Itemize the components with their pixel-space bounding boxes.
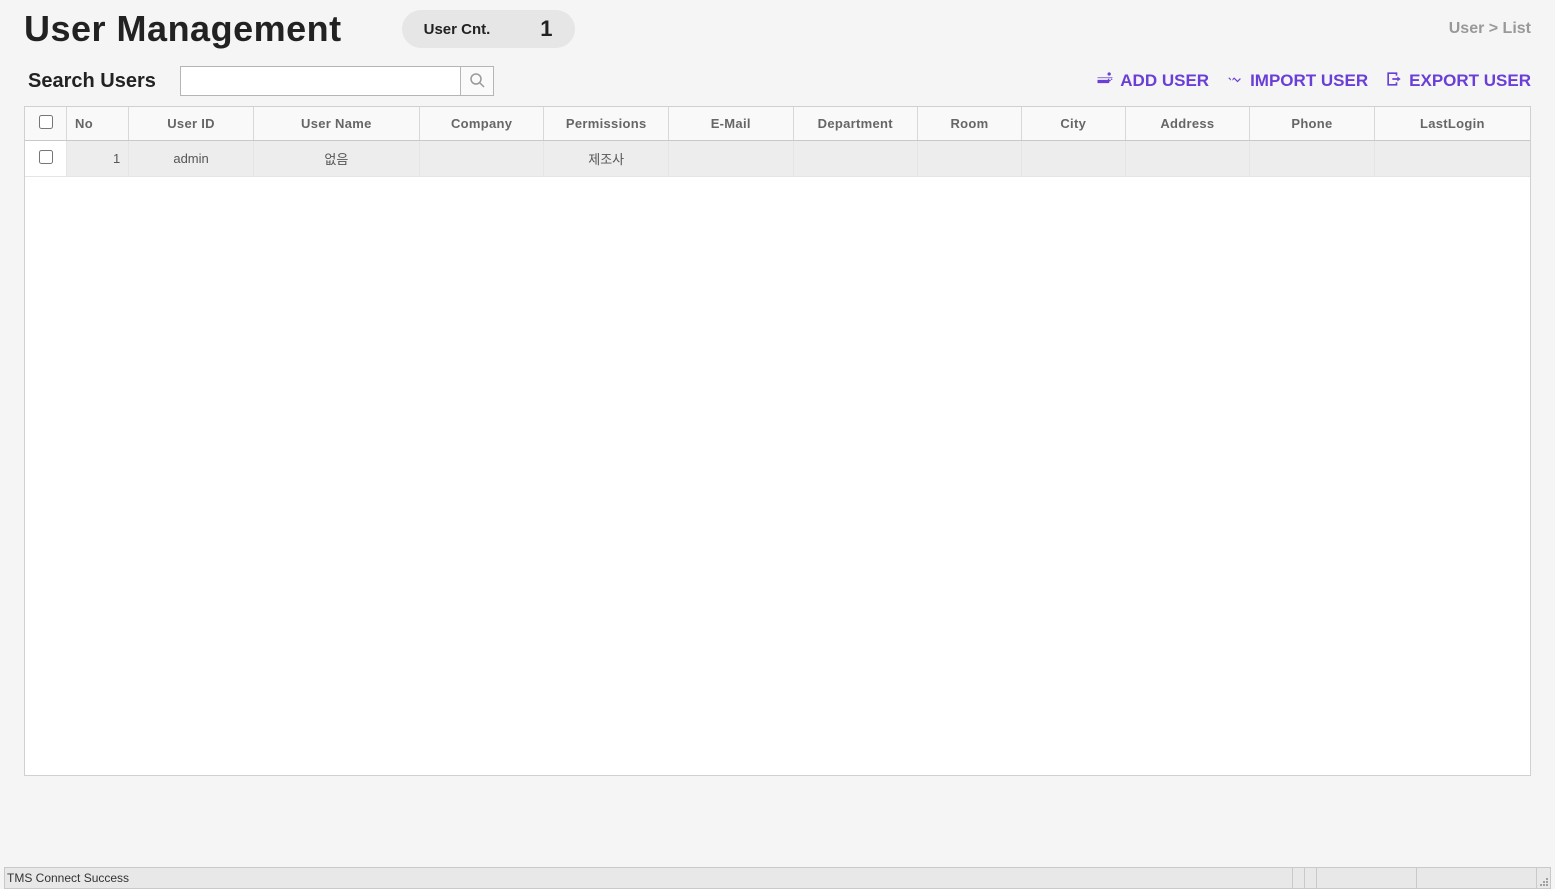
cell-room bbox=[918, 141, 1022, 177]
select-all-checkbox[interactable] bbox=[39, 115, 53, 129]
user-table: No User ID User Name Company Permissions… bbox=[25, 107, 1530, 177]
header-user-name[interactable]: User Name bbox=[253, 107, 419, 141]
header-email[interactable]: E-Mail bbox=[668, 107, 793, 141]
search-label: Search Users bbox=[28, 70, 156, 93]
cell-address bbox=[1125, 141, 1250, 177]
search-box bbox=[180, 66, 494, 96]
import-user-icon bbox=[1225, 69, 1245, 94]
resize-grip-icon[interactable] bbox=[1536, 868, 1550, 888]
header-city[interactable]: City bbox=[1021, 107, 1125, 141]
import-user-button[interactable]: IMPORT USER bbox=[1225, 69, 1368, 94]
cell-permissions: 제조사 bbox=[544, 141, 669, 177]
header-permissions[interactable]: Permissions bbox=[544, 107, 669, 141]
cell-last-login bbox=[1374, 141, 1530, 177]
export-user-label: EXPORT USER bbox=[1409, 71, 1531, 91]
user-count-label: User Cnt. bbox=[424, 21, 491, 38]
row-checkbox[interactable] bbox=[39, 150, 53, 164]
search-input[interactable] bbox=[180, 66, 460, 96]
import-user-label: IMPORT USER bbox=[1250, 71, 1368, 91]
header-user-id[interactable]: User ID bbox=[129, 107, 254, 141]
status-cell-2 bbox=[1304, 868, 1316, 888]
search-icon bbox=[469, 72, 485, 91]
cell-user-name: 없음 bbox=[253, 141, 419, 177]
cell-user-id: admin bbox=[129, 141, 254, 177]
add-user-button[interactable]: ADD USER bbox=[1095, 69, 1209, 94]
header-department[interactable]: Department bbox=[793, 107, 918, 141]
header-phone[interactable]: Phone bbox=[1250, 107, 1375, 141]
cell-city bbox=[1021, 141, 1125, 177]
user-count-value: 1 bbox=[540, 16, 552, 42]
header-checkbox-cell bbox=[25, 107, 67, 141]
header-company[interactable]: Company bbox=[419, 107, 544, 141]
add-user-label: ADD USER bbox=[1120, 71, 1209, 91]
status-bar: TMS Connect Success bbox=[4, 867, 1551, 889]
cell-department bbox=[793, 141, 918, 177]
header-address[interactable]: Address bbox=[1125, 107, 1250, 141]
status-cell-4 bbox=[1416, 868, 1536, 888]
user-count-badge: User Cnt. 1 bbox=[402, 10, 575, 48]
header-room[interactable]: Room bbox=[918, 107, 1022, 141]
status-cell-1 bbox=[1292, 868, 1304, 888]
status-cell-3 bbox=[1316, 868, 1416, 888]
page-title: User Management bbox=[24, 8, 342, 50]
table-header-row: No User ID User Name Company Permissions… bbox=[25, 107, 1530, 141]
cell-company bbox=[419, 141, 544, 177]
breadcrumb: User > List bbox=[1449, 20, 1531, 38]
header-last-login[interactable]: LastLogin bbox=[1374, 107, 1530, 141]
search-button[interactable] bbox=[460, 66, 494, 96]
user-table-wrapper: No User ID User Name Company Permissions… bbox=[24, 106, 1531, 776]
cell-no: 1 bbox=[67, 141, 129, 177]
row-checkbox-cell bbox=[25, 141, 67, 177]
header-no[interactable]: No bbox=[67, 107, 129, 141]
export-user-icon bbox=[1384, 69, 1404, 94]
cell-phone bbox=[1250, 141, 1375, 177]
cell-email bbox=[668, 141, 793, 177]
export-user-button[interactable]: EXPORT USER bbox=[1384, 69, 1531, 94]
table-row[interactable]: 1 admin 없음 제조사 bbox=[25, 141, 1530, 177]
add-user-icon bbox=[1095, 69, 1115, 94]
status-text: TMS Connect Success bbox=[5, 871, 1292, 885]
